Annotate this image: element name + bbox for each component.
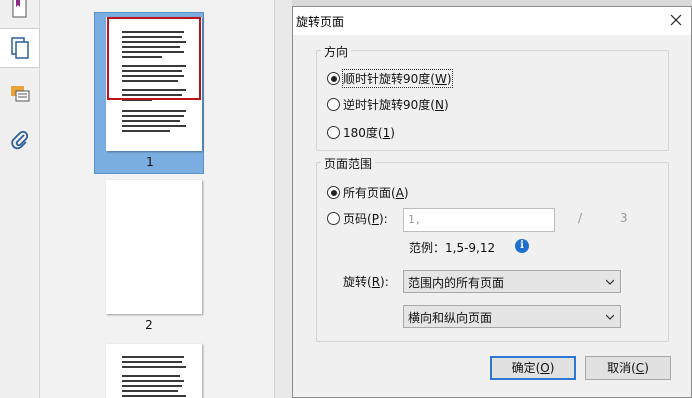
chevron-down-icon: [606, 314, 614, 320]
close-icon[interactable]: [667, 11, 685, 29]
page-preview: [106, 17, 202, 151]
radio-circle[interactable]: [327, 126, 340, 139]
radio-counterclockwise-90[interactable]: 逆时针旋转90度(N): [327, 96, 449, 113]
radio-circle[interactable]: [327, 72, 340, 85]
radio-label: 页码(P):: [343, 212, 388, 226]
cancel-button[interactable]: 取消(C): [585, 356, 671, 380]
rotate-subset-select[interactable]: 范围内的所有页面: [403, 270, 621, 293]
radio-clockwise-90[interactable]: 顺时针旋转90度(W): [327, 69, 453, 88]
direction-legend: 方向: [321, 43, 352, 60]
panel-splitter[interactable]: [275, 0, 292, 398]
radio-label: 逆时针旋转90度(N): [343, 98, 449, 112]
orientation-select[interactable]: 横向和纵向页面: [403, 305, 621, 328]
rotate-label: 旋转(R):: [343, 275, 389, 289]
chevron-down-icon: [606, 279, 614, 285]
page-number: 2: [145, 318, 153, 332]
thumbnail-page-3[interactable]: [94, 340, 204, 398]
page-number: 1: [146, 155, 154, 169]
radio-circle[interactable]: [327, 212, 340, 225]
bookmark-icon[interactable]: [0, 0, 40, 28]
thumbnail-page-2[interactable]: 2: [94, 176, 204, 334]
dialog-titlebar[interactable]: 旋转页面: [293, 7, 691, 35]
select-value: 范围内的所有页面: [408, 276, 505, 290]
radio-page-code[interactable]: 页码(P):: [327, 210, 388, 227]
ok-button[interactable]: 确定(O): [490, 356, 576, 380]
page-range-input[interactable]: 1,: [403, 208, 555, 232]
range-example-label: 范例：1,5-9,12: [409, 241, 496, 255]
comments-icon[interactable]: [0, 74, 40, 114]
dialog-title: 旋转页面: [296, 15, 345, 29]
radio-circle[interactable]: [327, 98, 340, 111]
pages-icon[interactable]: [0, 28, 40, 68]
thumbnail-page-1[interactable]: 1: [94, 12, 204, 174]
radio-label: 顺时针旋转90度(W): [342, 69, 453, 88]
left-tool-strip: [0, 0, 40, 398]
radio-180[interactable]: 180度(1): [327, 124, 395, 141]
page-separator: /: [578, 211, 583, 225]
rotate-pages-dialog: 旋转页面 方向 顺时针旋转90度(W) 逆时针旋转90度(N) 180度(1) …: [292, 6, 692, 398]
page-preview: [106, 180, 202, 314]
total-pages: 3: [620, 211, 628, 225]
info-icon[interactable]: i: [515, 239, 529, 253]
radio-label: 180度(1): [343, 126, 395, 140]
select-value: 横向和纵向页面: [408, 311, 493, 325]
thumbnail-panel: 1 2: [40, 0, 275, 398]
page-range-legend: 页面范围: [321, 155, 376, 172]
view-frame[interactable]: [107, 17, 201, 100]
page-preview: [106, 344, 202, 398]
radio-circle[interactable]: [327, 186, 340, 199]
attachment-icon[interactable]: [0, 120, 40, 160]
radio-all-pages[interactable]: 所有页面(A): [327, 184, 409, 201]
radio-label: 所有页面(A): [343, 186, 409, 200]
